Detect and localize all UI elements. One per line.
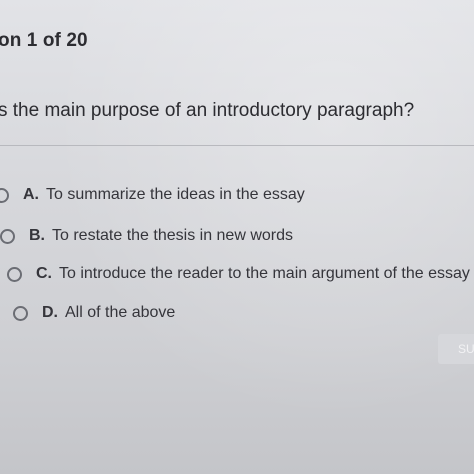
answer-option-b[interactable]: B. To restate the thesis in new words <box>0 227 293 245</box>
answer-option-d[interactable]: D. All of the above <box>13 304 175 322</box>
option-letter-b: B. <box>29 227 45 244</box>
option-text-b: To restate the thesis in new words <box>52 227 294 244</box>
radio-button-c[interactable] <box>7 266 22 282</box>
submit-button[interactable]: SU <box>438 334 474 364</box>
answer-option-a[interactable]: A. To summarize the ideas in the essay <box>0 186 305 204</box>
option-letter-c: C. <box>36 265 52 282</box>
option-letter-d: D. <box>42 304 58 321</box>
quiz-screen: on 1 of 20 s the main purpose of an intr… <box>0 0 474 474</box>
answer-option-d-label: D. All of the above <box>42 304 175 322</box>
answer-option-b-label: B. To restate the thesis in new words <box>29 227 293 245</box>
divider <box>0 145 474 146</box>
option-letter-a: A. <box>23 186 39 203</box>
question-text: s the main purpose of an introductory pa… <box>0 100 415 121</box>
question-counter: on 1 of 20 <box>0 30 88 51</box>
option-text-d: All of the above <box>65 304 176 321</box>
answer-option-a-label: A. To summarize the ideas in the essay <box>23 186 305 204</box>
radio-button-a[interactable] <box>0 187 9 203</box>
option-text-c: To introduce the reader to the main argu… <box>59 265 470 282</box>
radio-button-b[interactable] <box>0 228 15 244</box>
option-text-a: To summarize the ideas in the essay <box>46 186 305 203</box>
answer-option-c-label: C. To introduce the reader to the main ar… <box>36 265 470 283</box>
radio-button-d[interactable] <box>13 305 28 321</box>
answer-option-c[interactable]: C. To introduce the reader to the main ar… <box>7 265 470 283</box>
